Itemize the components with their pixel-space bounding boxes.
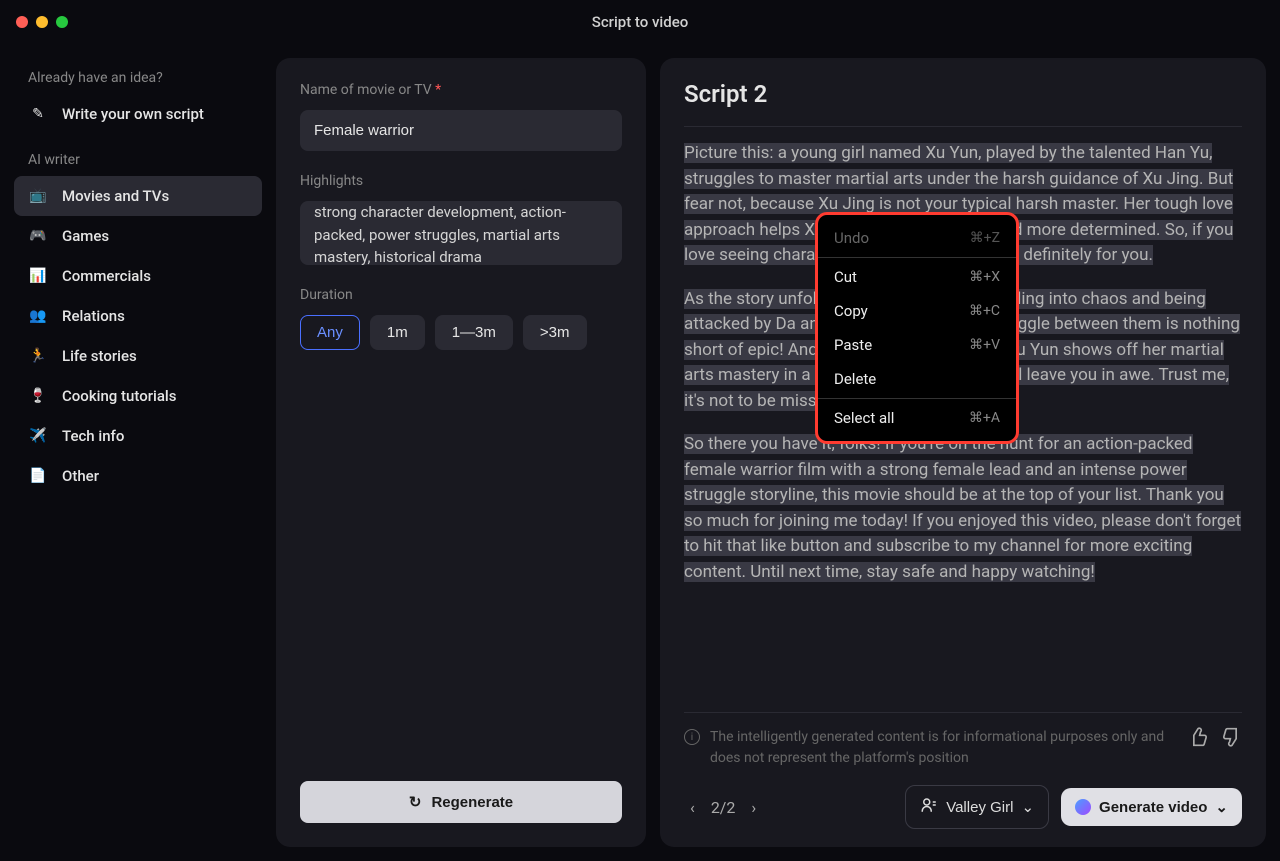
menu-divider bbox=[818, 257, 1016, 258]
pager: ‹ 2/2 › bbox=[684, 794, 762, 821]
menu-shortcut: ⌘+V bbox=[969, 337, 1000, 353]
context-menu: Undo ⌘+Z Cut ⌘+X Copy ⌘+C Paste ⌘+V Delete Select… bbox=[815, 212, 1019, 444]
voice-icon bbox=[920, 796, 938, 818]
sidebar-item-label: Movies and TVs bbox=[62, 187, 169, 205]
menu-item-copy[interactable]: Copy ⌘+C bbox=[818, 294, 1016, 328]
name-label: Name of movie or TV * bbox=[300, 82, 622, 98]
movie-name-input[interactable] bbox=[300, 110, 622, 151]
sidebar: Already have an idea? ✎ Write your own s… bbox=[14, 58, 262, 847]
titlebar: Script to video bbox=[0, 0, 1280, 44]
thumbs-up-button[interactable] bbox=[1188, 727, 1208, 751]
category-icon: 👥 bbox=[28, 306, 48, 326]
menu-shortcut: ⌘+A bbox=[969, 410, 1000, 426]
info-icon: i bbox=[684, 729, 700, 745]
sidebar-item-label: Games bbox=[62, 227, 109, 245]
highlights-input[interactable]: strong character development, action-pac… bbox=[300, 201, 622, 265]
window-controls bbox=[16, 16, 68, 28]
sidebar-item-tech-info[interactable]: ✈️ Tech info bbox=[14, 416, 262, 456]
chevron-down-icon: ⌄ bbox=[1021, 798, 1034, 816]
script-preview-panel: Script 2 Picture this: a young girl name… bbox=[660, 58, 1266, 847]
duration-label: Duration bbox=[300, 287, 622, 303]
menu-item-label: Copy bbox=[834, 302, 868, 320]
maximize-window-button[interactable] bbox=[56, 16, 68, 28]
disclaimer-text: The intelligently generated content is f… bbox=[710, 727, 1178, 769]
menu-item-undo: Undo ⌘+Z bbox=[818, 221, 1016, 255]
sidebar-item-label: Cooking tutorials bbox=[62, 387, 176, 405]
voice-label: Valley Girl bbox=[946, 799, 1013, 816]
script-form-panel: Name of movie or TV * Highlights strong … bbox=[276, 58, 646, 847]
sidebar-item-label: Tech info bbox=[62, 427, 124, 445]
menu-item-cut[interactable]: Cut ⌘+X bbox=[818, 260, 1016, 294]
menu-divider bbox=[818, 398, 1016, 399]
script-title: Script 2 bbox=[684, 80, 1242, 127]
write-own-script[interactable]: ✎ Write your own script bbox=[14, 94, 262, 134]
pencil-icon: ✎ bbox=[28, 104, 48, 124]
menu-item-delete[interactable]: Delete bbox=[818, 362, 1016, 396]
category-icon: 📺 bbox=[28, 186, 48, 206]
category-icon: 📊 bbox=[28, 266, 48, 286]
pager-count: 2/2 bbox=[711, 798, 736, 817]
menu-item-select-all[interactable]: Select all ⌘+A bbox=[818, 401, 1016, 435]
ai-writer-header: AI writer bbox=[14, 144, 262, 176]
menu-shortcut: ⌘+X bbox=[969, 269, 1000, 285]
category-icon: ✈️ bbox=[28, 426, 48, 446]
sidebar-item-label: Other bbox=[62, 467, 99, 485]
sidebar-item-movies-and-tvs[interactable]: 📺 Movies and TVs bbox=[14, 176, 262, 216]
menu-item-label: Cut bbox=[834, 268, 857, 286]
sidebar-item-label: Relations bbox=[62, 307, 125, 325]
duration-option[interactable]: 1—3m bbox=[435, 315, 513, 350]
chevron-down-icon: ⌄ bbox=[1215, 798, 1228, 816]
duration-option[interactable]: >3m bbox=[523, 315, 587, 350]
sidebar-item-games[interactable]: 🎮 Games bbox=[14, 216, 262, 256]
duration-option[interactable]: Any bbox=[300, 315, 360, 350]
category-icon: 📄 bbox=[28, 466, 48, 486]
menu-shortcut: ⌘+C bbox=[969, 303, 1000, 319]
category-icon: 🎮 bbox=[28, 226, 48, 246]
regenerate-label: Regenerate bbox=[431, 794, 513, 811]
sidebar-item-life-stories[interactable]: 🏃 Life stories bbox=[14, 336, 262, 376]
window-title: Script to video bbox=[592, 13, 689, 31]
close-window-button[interactable] bbox=[16, 16, 28, 28]
sidebar-item-label: Commercials bbox=[62, 267, 151, 285]
idea-header: Already have an idea? bbox=[14, 62, 262, 94]
generate-video-button[interactable]: Generate video ⌄ bbox=[1061, 788, 1242, 826]
disclaimer-row: i The intelligently generated content is… bbox=[684, 712, 1242, 769]
sidebar-item-commercials[interactable]: 📊 Commercials bbox=[14, 256, 262, 296]
sidebar-item-cooking-tutorials[interactable]: 🍷 Cooking tutorials bbox=[14, 376, 262, 416]
thumbs-down-button[interactable] bbox=[1222, 727, 1242, 751]
category-icon: 🍷 bbox=[28, 386, 48, 406]
duration-options: Any 1m 1—3m >3m bbox=[300, 315, 622, 350]
highlights-label: Highlights bbox=[300, 173, 622, 189]
sidebar-item-label: Life stories bbox=[62, 347, 137, 365]
sidebar-item-label: Write your own script bbox=[62, 105, 204, 123]
pager-next-button[interactable]: › bbox=[745, 794, 762, 821]
sparkle-icon bbox=[1075, 799, 1091, 815]
sidebar-item-other[interactable]: 📄 Other bbox=[14, 456, 262, 496]
menu-item-label: Select all bbox=[834, 409, 894, 427]
thumbs-down-icon bbox=[1222, 727, 1242, 747]
menu-item-label: Delete bbox=[834, 370, 876, 388]
duration-option[interactable]: 1m bbox=[370, 315, 425, 350]
menu-item-label: Paste bbox=[834, 336, 872, 354]
thumbs-up-icon bbox=[1188, 727, 1208, 747]
voice-select-button[interactable]: Valley Girl ⌄ bbox=[905, 785, 1049, 829]
regenerate-button[interactable]: ↻ Regenerate bbox=[300, 781, 622, 823]
menu-shortcut: ⌘+Z bbox=[970, 230, 1000, 246]
bottom-controls: ‹ 2/2 › Valley Girl ⌄ Generate video ⌄ bbox=[684, 785, 1242, 829]
script-paragraph-3: So there you have it, folks! If you're o… bbox=[684, 434, 1241, 582]
sidebar-item-relations[interactable]: 👥 Relations bbox=[14, 296, 262, 336]
refresh-icon: ↻ bbox=[409, 793, 422, 811]
pager-prev-button[interactable]: ‹ bbox=[684, 794, 701, 821]
menu-item-label: Undo bbox=[834, 229, 869, 247]
menu-item-paste[interactable]: Paste ⌘+V bbox=[818, 328, 1016, 362]
generate-label: Generate video bbox=[1099, 799, 1207, 816]
category-icon: 🏃 bbox=[28, 346, 48, 366]
minimize-window-button[interactable] bbox=[36, 16, 48, 28]
